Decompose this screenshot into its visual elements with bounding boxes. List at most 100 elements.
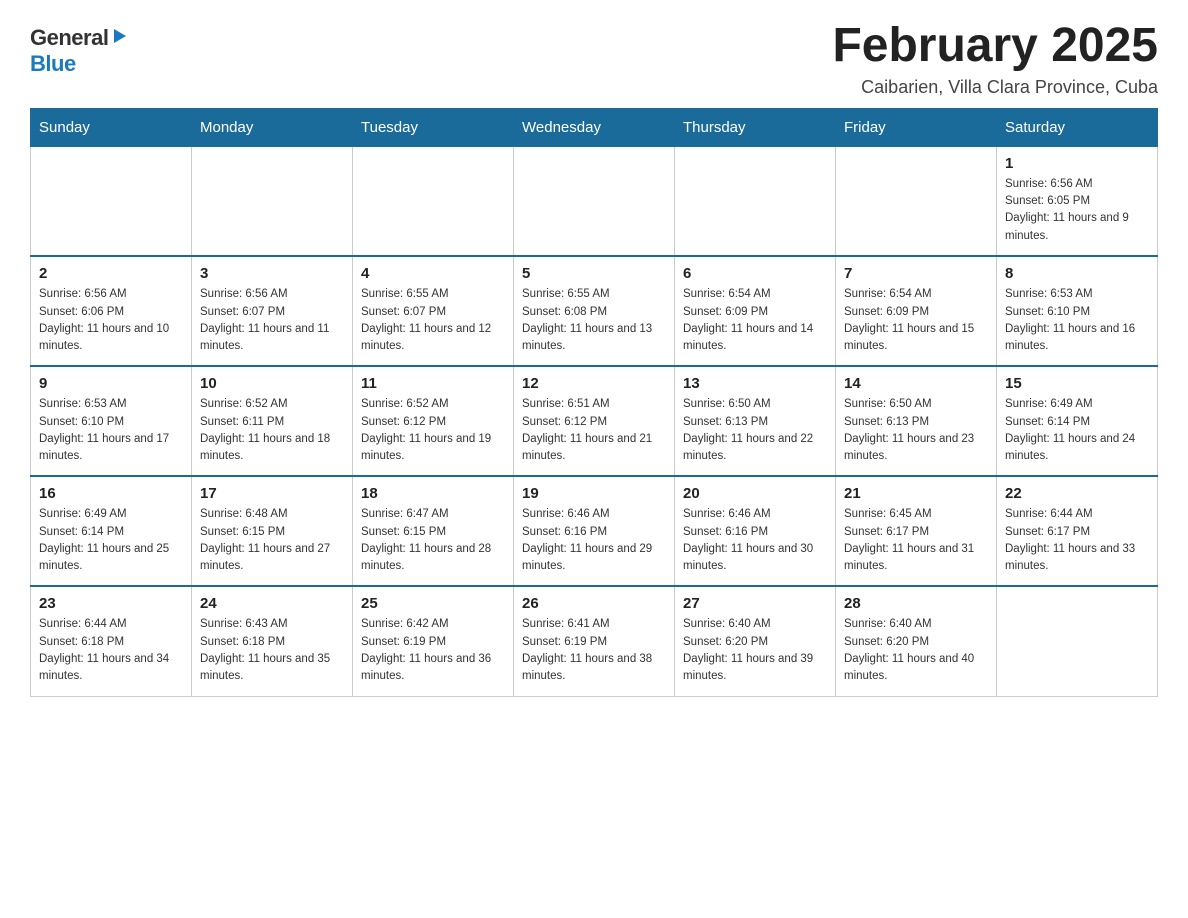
logo-blue-text: Blue bbox=[30, 51, 76, 76]
day-number: 1 bbox=[1005, 155, 1149, 172]
day-number: 27 bbox=[683, 595, 827, 612]
table-row: 4 Sunrise: 6:55 AMSunset: 6:07 PMDaylight… bbox=[353, 256, 514, 366]
day-number: 16 bbox=[39, 485, 183, 502]
day-info: Sunrise: 6:50 AMSunset: 6:13 PMDaylight:… bbox=[683, 396, 827, 465]
table-row: 17Sunrise: 6:48 AMSunset: 6:15 PMDayligh… bbox=[192, 476, 353, 586]
calendar-table: Sunday Monday Tuesday Wednesday Thursday… bbox=[30, 108, 1158, 697]
day-number: 6 bbox=[683, 265, 827, 282]
table-row: 20Sunrise: 6:46 AMSunset: 6:16 PMDayligh… bbox=[675, 476, 836, 586]
table-row: 14Sunrise: 6:50 AMSunset: 6:13 PMDayligh… bbox=[836, 366, 997, 476]
table-row: 11 Sunrise: 6:52 AMSunset: 6:12 PMDayligh… bbox=[353, 366, 514, 476]
col-sunday: Sunday bbox=[31, 108, 192, 146]
day-info: Sunrise: 6:52 AMSunset: 6:12 PMDaylight:… bbox=[361, 396, 505, 465]
table-row: 27 Sunrise: 6:40 AMSunset: 6:20 PMDayligh… bbox=[675, 586, 836, 696]
calendar-week-row: 9 Sunrise: 6:53 AMSunset: 6:10 PMDaylight… bbox=[31, 366, 1158, 476]
table-row: 26 Sunrise: 6:41 AMSunset: 6:19 PMDayligh… bbox=[514, 586, 675, 696]
day-number: 8 bbox=[1005, 265, 1149, 282]
day-number: 21 bbox=[844, 485, 988, 502]
day-number: 17 bbox=[200, 485, 344, 502]
day-info: Sunrise: 6:49 AMSunset: 6:14 PMDaylight:… bbox=[39, 506, 183, 575]
calendar-week-row: 16 Sunrise: 6:49 AMSunset: 6:14 PMDayligh… bbox=[31, 476, 1158, 586]
day-info: Sunrise: 6:54 AMSunset: 6:09 PMDaylight:… bbox=[844, 286, 988, 355]
table-row bbox=[31, 146, 192, 256]
day-info: Sunrise: 6:45 AMSunset: 6:17 PMDaylight:… bbox=[844, 506, 988, 575]
table-row bbox=[353, 146, 514, 256]
day-info: Sunrise: 6:53 AMSunset: 6:10 PMDaylight:… bbox=[39, 396, 183, 465]
logo: General Blue bbox=[30, 20, 128, 77]
day-number: 3 bbox=[200, 265, 344, 282]
day-number: 14 bbox=[844, 375, 988, 392]
day-info: Sunrise: 6:49 AMSunset: 6:14 PMDaylight:… bbox=[1005, 396, 1149, 465]
table-row bbox=[836, 146, 997, 256]
day-info: Sunrise: 6:47 AMSunset: 6:15 PMDaylight:… bbox=[361, 506, 505, 575]
calendar-week-row: 2 Sunrise: 6:56 AMSunset: 6:06 PMDaylight… bbox=[31, 256, 1158, 366]
table-row: 15 Sunrise: 6:49 AMSunset: 6:14 PMDayligh… bbox=[997, 366, 1158, 476]
day-number: 22 bbox=[1005, 485, 1149, 502]
day-info: Sunrise: 6:53 AMSunset: 6:10 PMDaylight:… bbox=[1005, 286, 1149, 355]
calendar-week-row: 1 Sunrise: 6:56 AMSunset: 6:05 PMDaylight… bbox=[31, 146, 1158, 256]
day-info: Sunrise: 6:43 AMSunset: 6:18 PMDaylight:… bbox=[200, 616, 344, 685]
col-tuesday: Tuesday bbox=[353, 108, 514, 146]
table-row: 23 Sunrise: 6:44 AMSunset: 6:18 PMDayligh… bbox=[31, 586, 192, 696]
day-info: Sunrise: 6:55 AMSunset: 6:07 PMDaylight:… bbox=[361, 286, 505, 355]
table-row: 21 Sunrise: 6:45 AMSunset: 6:17 PMDayligh… bbox=[836, 476, 997, 586]
page-header: General Blue February 2025 Caibarien, Vi… bbox=[30, 20, 1158, 98]
day-info: Sunrise: 6:55 AMSunset: 6:08 PMDaylight:… bbox=[522, 286, 666, 355]
col-thursday: Thursday bbox=[675, 108, 836, 146]
title-block: February 2025 Caibarien, Villa Clara Pro… bbox=[832, 20, 1158, 98]
table-row: 8 Sunrise: 6:53 AMSunset: 6:10 PMDaylight… bbox=[997, 256, 1158, 366]
day-number: 15 bbox=[1005, 375, 1149, 392]
table-row: 24 Sunrise: 6:43 AMSunset: 6:18 PMDayligh… bbox=[192, 586, 353, 696]
table-row bbox=[192, 146, 353, 256]
day-info: Sunrise: 6:56 AMSunset: 6:05 PMDaylight:… bbox=[1005, 176, 1149, 245]
day-number: 11 bbox=[361, 375, 505, 392]
day-number: 7 bbox=[844, 265, 988, 282]
day-info: Sunrise: 6:46 AMSunset: 6:16 PMDaylight:… bbox=[683, 506, 827, 575]
day-info: Sunrise: 6:44 AMSunset: 6:17 PMDaylight:… bbox=[1005, 506, 1149, 575]
table-row: 28 Sunrise: 6:40 AMSunset: 6:20 PMDayligh… bbox=[836, 586, 997, 696]
table-row: 12 Sunrise: 6:51 AMSunset: 6:12 PMDayligh… bbox=[514, 366, 675, 476]
day-info: Sunrise: 6:40 AMSunset: 6:20 PMDaylight:… bbox=[683, 616, 827, 685]
table-row: 25Sunrise: 6:42 AMSunset: 6:19 PMDayligh… bbox=[353, 586, 514, 696]
col-friday: Friday bbox=[836, 108, 997, 146]
day-info: Sunrise: 6:51 AMSunset: 6:12 PMDaylight:… bbox=[522, 396, 666, 465]
day-info: Sunrise: 6:56 AMSunset: 6:06 PMDaylight:… bbox=[39, 286, 183, 355]
table-row bbox=[514, 146, 675, 256]
day-info: Sunrise: 6:56 AMSunset: 6:07 PMDaylight:… bbox=[200, 286, 344, 355]
table-row: 22 Sunrise: 6:44 AMSunset: 6:17 PMDayligh… bbox=[997, 476, 1158, 586]
table-row bbox=[997, 586, 1158, 696]
col-monday: Monday bbox=[192, 108, 353, 146]
day-number: 9 bbox=[39, 375, 183, 392]
logo-general-text: General bbox=[30, 25, 108, 51]
day-info: Sunrise: 6:42 AMSunset: 6:19 PMDaylight:… bbox=[361, 616, 505, 685]
col-saturday: Saturday bbox=[997, 108, 1158, 146]
day-info: Sunrise: 6:44 AMSunset: 6:18 PMDaylight:… bbox=[39, 616, 183, 685]
table-row: 5Sunrise: 6:55 AMSunset: 6:08 PMDaylight… bbox=[514, 256, 675, 366]
table-row: 10Sunrise: 6:52 AMSunset: 6:11 PMDayligh… bbox=[192, 366, 353, 476]
day-number: 18 bbox=[361, 485, 505, 502]
day-number: 10 bbox=[200, 375, 344, 392]
main-title: February 2025 bbox=[832, 20, 1158, 73]
day-info: Sunrise: 6:40 AMSunset: 6:20 PMDaylight:… bbox=[844, 616, 988, 685]
table-row: 19 Sunrise: 6:46 AMSunset: 6:16 PMDayligh… bbox=[514, 476, 675, 586]
col-wednesday: Wednesday bbox=[514, 108, 675, 146]
day-number: 23 bbox=[39, 595, 183, 612]
day-number: 26 bbox=[522, 595, 666, 612]
table-row bbox=[675, 146, 836, 256]
day-number: 28 bbox=[844, 595, 988, 612]
table-row: 1 Sunrise: 6:56 AMSunset: 6:05 PMDaylight… bbox=[997, 146, 1158, 256]
day-number: 19 bbox=[522, 485, 666, 502]
day-number: 24 bbox=[200, 595, 344, 612]
day-number: 2 bbox=[39, 265, 183, 282]
day-number: 4 bbox=[361, 265, 505, 282]
logo-arrow-icon bbox=[110, 27, 128, 45]
day-info: Sunrise: 6:46 AMSunset: 6:16 PMDaylight:… bbox=[522, 506, 666, 575]
day-number: 13 bbox=[683, 375, 827, 392]
location-subtitle: Caibarien, Villa Clara Province, Cuba bbox=[832, 77, 1158, 98]
table-row: 18 Sunrise: 6:47 AMSunset: 6:15 PMDayligh… bbox=[353, 476, 514, 586]
table-row: 9 Sunrise: 6:53 AMSunset: 6:10 PMDaylight… bbox=[31, 366, 192, 476]
table-row: 16 Sunrise: 6:49 AMSunset: 6:14 PMDayligh… bbox=[31, 476, 192, 586]
day-info: Sunrise: 6:41 AMSunset: 6:19 PMDaylight:… bbox=[522, 616, 666, 685]
day-number: 12 bbox=[522, 375, 666, 392]
calendar-header-row: Sunday Monday Tuesday Wednesday Thursday… bbox=[31, 108, 1158, 146]
